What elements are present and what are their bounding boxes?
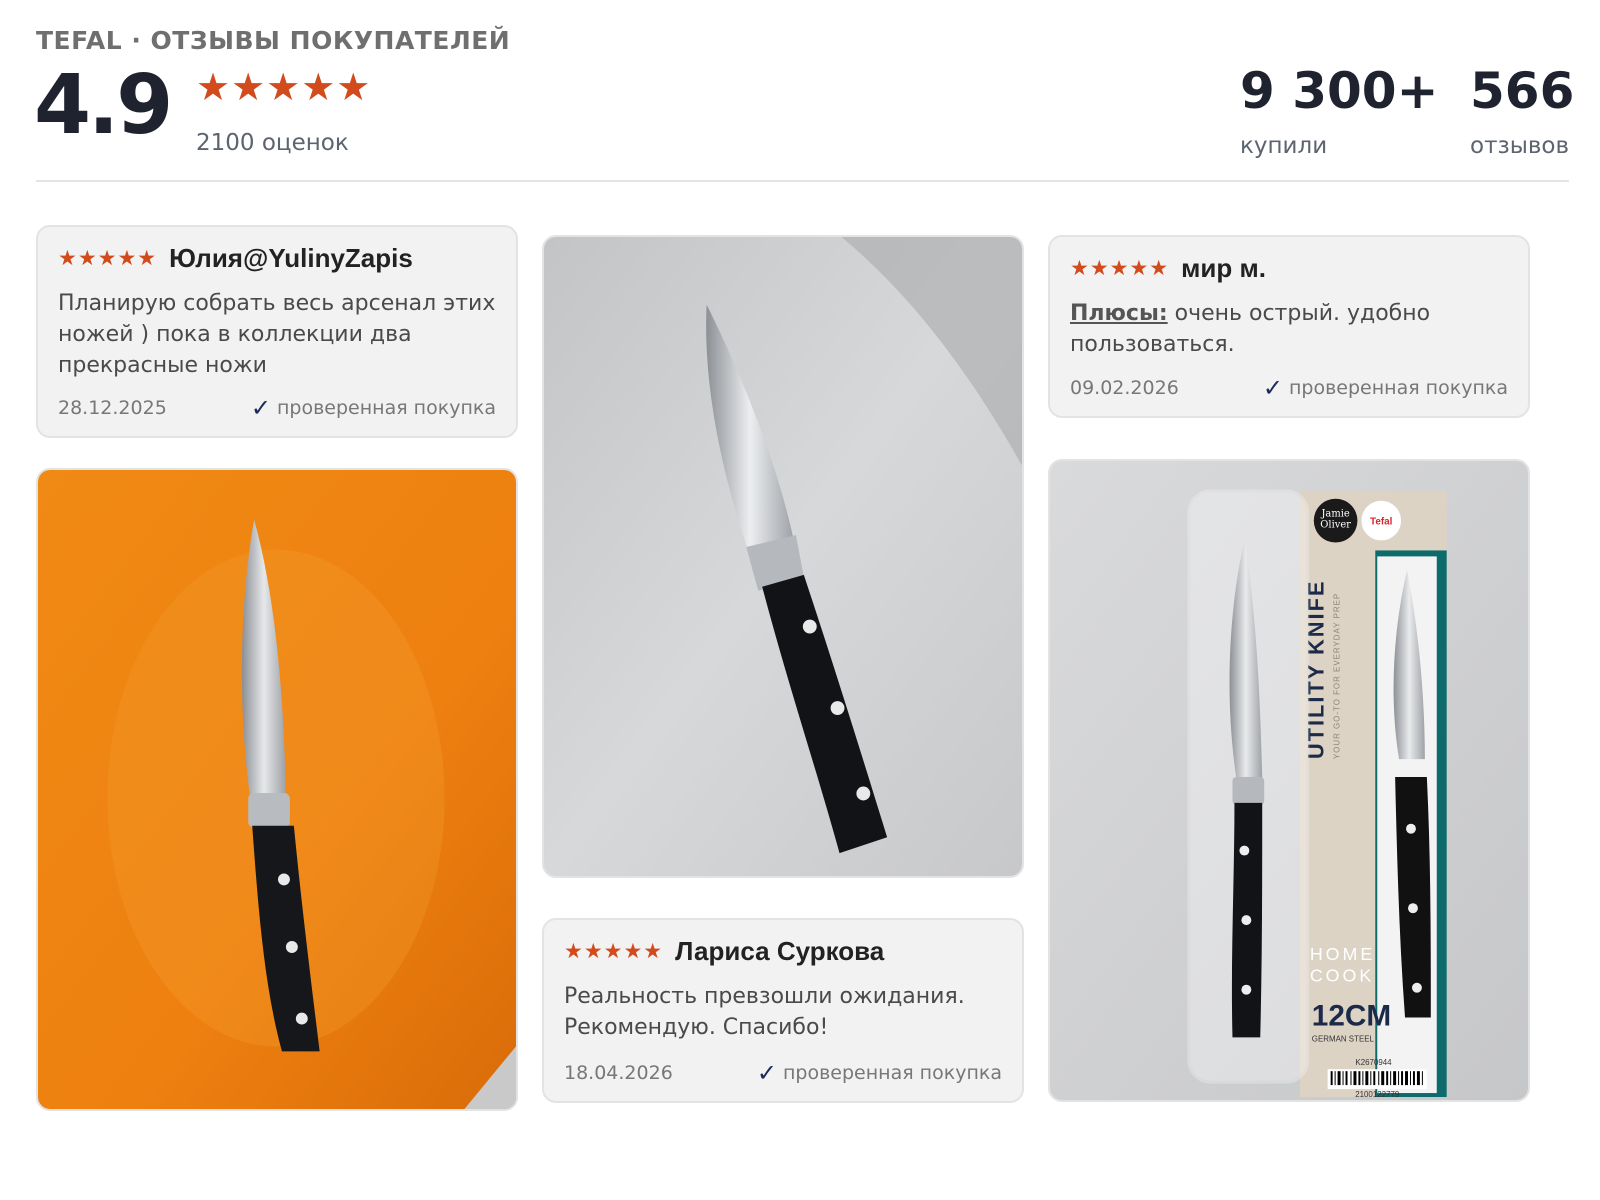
review-photo[interactable] [542, 235, 1024, 878]
package-barcode-number: 2100122779 [1355, 1090, 1400, 1099]
rating-stars: ★★★★★ [196, 65, 372, 109]
bought-count: 9 300+ [1240, 62, 1439, 120]
bought-stat: 9 300+ купили [1240, 62, 1439, 160]
pros-label: Плюсы: [1070, 301, 1168, 326]
reviews-label: отзывов [1470, 133, 1570, 159]
verified-badge: ✓ проверенная покупка [1263, 374, 1508, 402]
package-steel: GERMAN STEEL [1312, 1034, 1375, 1043]
review-author[interactable]: Лариса Суркова [675, 936, 884, 967]
review-author[interactable]: мир м. [1181, 253, 1266, 284]
header-divider [36, 180, 1569, 182]
review-stars: ★★★★★ [564, 939, 664, 963]
package-brand-line2: Oliver [1320, 520, 1351, 531]
review-text: Плюсы: очень острый. удобно пользоваться… [1070, 298, 1508, 360]
bought-label: купили [1240, 133, 1328, 159]
review-date: 28.12.2025 [58, 397, 167, 419]
knife-photo-orange [38, 470, 516, 1109]
review-card[interactable]: ★★★★★ Юлия@YulinyZapis Планирую собрать … [36, 225, 518, 438]
review-photo[interactable] [36, 468, 518, 1111]
verified-label: проверенная покупка [276, 397, 496, 419]
review-stars: ★★★★★ [1070, 256, 1170, 280]
check-icon: ✓ [1262, 374, 1283, 402]
review-text: Планирую собрать весь арсенал этих ножей… [58, 291, 496, 378]
verified-label: проверенная покупка [1288, 377, 1508, 399]
review-date: 18.04.2026 [564, 1062, 673, 1084]
brand-title: TEFAL · ОТЗЫВЫ ПОКУПАТЕЛЕЙ [36, 26, 511, 55]
review-stars: ★★★★★ [58, 246, 158, 270]
barcode-icon [1327, 1069, 1427, 1090]
review-card[interactable]: ★★★★★ Лариса Суркова Реальность превзошл… [542, 918, 1024, 1103]
review-author[interactable]: Юлия@YulinyZapis [169, 243, 413, 274]
check-icon: ✓ [250, 394, 271, 422]
verified-label: проверенная покупка [782, 1062, 1002, 1084]
review-date: 09.02.2026 [1070, 377, 1179, 399]
package-size: 12CM [1312, 999, 1391, 1032]
knife-package-photo: Jamie Oliver Tefal UTILITY KNIFE YOUR GO… [1050, 461, 1528, 1100]
verified-badge: ✓ проверенная покупка [251, 394, 496, 422]
review-text: Реальность превзошли ожидания. Рекоменду… [564, 984, 965, 1040]
package-tagline: YOUR GO-TO FOR EVERYDAY PREP [1333, 593, 1342, 759]
knife-photo-grey [544, 237, 1022, 876]
review-photo[interactable]: Jamie Oliver Tefal UTILITY KNIFE YOUR GO… [1048, 459, 1530, 1102]
ratings-count: 2100 оценок [196, 130, 349, 156]
package-brand-line1: Jamie [1320, 509, 1349, 520]
reviews-stat: 566 отзывов [1470, 62, 1575, 160]
review-card[interactable]: ★★★★★ мир м. Плюсы: очень острый. удобно… [1048, 235, 1530, 418]
package-home: HOME [1310, 944, 1375, 964]
average-rating: 4.9 [34, 58, 173, 153]
check-icon: ✓ [756, 1059, 777, 1087]
reviews-count: 566 [1470, 62, 1575, 120]
verified-badge: ✓ проверенная покупка [757, 1059, 1002, 1087]
package-code: K2670944 [1355, 1058, 1392, 1067]
package-cook: COOK [1310, 966, 1374, 986]
package-tefal: Tefal [1370, 517, 1393, 528]
